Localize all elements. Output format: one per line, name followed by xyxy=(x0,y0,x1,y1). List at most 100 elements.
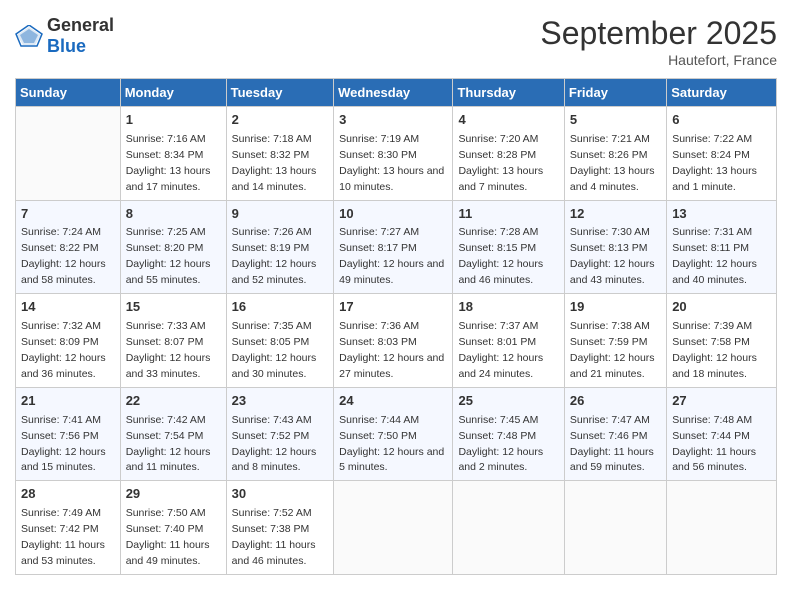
day-info: Sunrise: 7:25 AMSunset: 8:20 PMDaylight:… xyxy=(126,226,211,286)
day-info: Sunrise: 7:37 AMSunset: 8:01 PMDaylight:… xyxy=(458,320,543,380)
day-info: Sunrise: 7:35 AMSunset: 8:05 PMDaylight:… xyxy=(232,320,317,380)
day-info: Sunrise: 7:33 AMSunset: 8:07 PMDaylight:… xyxy=(126,320,211,380)
day-number: 15 xyxy=(126,298,221,317)
day-info: Sunrise: 7:28 AMSunset: 8:15 PMDaylight:… xyxy=(458,226,543,286)
calendar-cell: 13 Sunrise: 7:31 AMSunset: 8:11 PMDayligh… xyxy=(667,200,777,294)
day-number: 18 xyxy=(458,298,558,317)
calendar-cell: 20 Sunrise: 7:39 AMSunset: 7:58 PMDayligh… xyxy=(667,294,777,388)
day-info: Sunrise: 7:44 AMSunset: 7:50 PMDaylight:… xyxy=(339,414,444,474)
day-number: 14 xyxy=(21,298,115,317)
calendar-cell: 24 Sunrise: 7:44 AMSunset: 7:50 PMDayligh… xyxy=(334,387,453,481)
day-info: Sunrise: 7:27 AMSunset: 8:17 PMDaylight:… xyxy=(339,226,444,286)
logo: General Blue xyxy=(15,15,114,57)
calendar-cell: 7 Sunrise: 7:24 AMSunset: 8:22 PMDaylight… xyxy=(16,200,121,294)
calendar-cell: 11 Sunrise: 7:28 AMSunset: 8:15 PMDayligh… xyxy=(453,200,564,294)
day-info: Sunrise: 7:39 AMSunset: 7:58 PMDaylight:… xyxy=(672,320,757,380)
location: Hautefort, France xyxy=(540,52,777,68)
calendar-cell: 6 Sunrise: 7:22 AMSunset: 8:24 PMDaylight… xyxy=(667,107,777,201)
day-number: 11 xyxy=(458,205,558,224)
day-info: Sunrise: 7:36 AMSunset: 8:03 PMDaylight:… xyxy=(339,320,444,380)
day-number: 16 xyxy=(232,298,329,317)
day-number: 29 xyxy=(126,485,221,504)
day-number: 5 xyxy=(570,111,661,130)
calendar-cell: 9 Sunrise: 7:26 AMSunset: 8:19 PMDaylight… xyxy=(226,200,334,294)
calendar-cell: 16 Sunrise: 7:35 AMSunset: 8:05 PMDayligh… xyxy=(226,294,334,388)
day-info: Sunrise: 7:18 AMSunset: 8:32 PMDaylight:… xyxy=(232,133,317,193)
calendar-cell: 15 Sunrise: 7:33 AMSunset: 8:07 PMDayligh… xyxy=(120,294,226,388)
calendar-cell: 29 Sunrise: 7:50 AMSunset: 7:40 PMDayligh… xyxy=(120,481,226,575)
header-row: SundayMondayTuesdayWednesdayThursdayFrid… xyxy=(16,79,777,107)
calendar-cell: 25 Sunrise: 7:45 AMSunset: 7:48 PMDayligh… xyxy=(453,387,564,481)
calendar-cell: 30Sunrise: 7:52 AMSunset: 7:38 PMDayligh… xyxy=(226,481,334,575)
day-number: 22 xyxy=(126,392,221,411)
day-number: 13 xyxy=(672,205,771,224)
day-info: Sunrise: 7:31 AMSunset: 8:11 PMDaylight:… xyxy=(672,226,757,286)
day-number: 12 xyxy=(570,205,661,224)
day-info: Sunrise: 7:52 AMSunset: 7:38 PMDaylight:… xyxy=(232,507,316,567)
page-header: General Blue September 2025 Hautefort, F… xyxy=(15,15,777,68)
day-info: Sunrise: 7:20 AMSunset: 8:28 PMDaylight:… xyxy=(458,133,543,193)
day-number: 2 xyxy=(232,111,329,130)
day-number: 20 xyxy=(672,298,771,317)
day-number: 6 xyxy=(672,111,771,130)
day-number: 4 xyxy=(458,111,558,130)
day-number: 1 xyxy=(126,111,221,130)
day-number: 17 xyxy=(339,298,447,317)
month-title: September 2025 xyxy=(540,15,777,52)
day-number: 10 xyxy=(339,205,447,224)
day-info: Sunrise: 7:24 AMSunset: 8:22 PMDaylight:… xyxy=(21,226,106,286)
calendar-week-row: 1Sunrise: 7:16 AMSunset: 8:34 PMDaylight… xyxy=(16,107,777,201)
calendar-cell: 23Sunrise: 7:43 AMSunset: 7:52 PMDayligh… xyxy=(226,387,334,481)
calendar-cell: 28 Sunrise: 7:49 AMSunset: 7:42 PMDayligh… xyxy=(16,481,121,575)
day-number: 24 xyxy=(339,392,447,411)
logo-general: General xyxy=(47,15,114,35)
day-number: 25 xyxy=(458,392,558,411)
day-number: 26 xyxy=(570,392,661,411)
calendar-week-row: 7 Sunrise: 7:24 AMSunset: 8:22 PMDaylight… xyxy=(16,200,777,294)
calendar-cell xyxy=(564,481,666,575)
day-number: 9 xyxy=(232,205,329,224)
day-info: Sunrise: 7:49 AMSunset: 7:42 PMDaylight:… xyxy=(21,507,105,567)
calendar-cell: 17 Sunrise: 7:36 AMSunset: 8:03 PMDayligh… xyxy=(334,294,453,388)
day-number: 27 xyxy=(672,392,771,411)
calendar-week-row: 21Sunrise: 7:41 AMSunset: 7:56 PMDayligh… xyxy=(16,387,777,481)
calendar-cell xyxy=(334,481,453,575)
col-header-thursday: Thursday xyxy=(453,79,564,107)
day-number: 21 xyxy=(21,392,115,411)
calendar-week-row: 14Sunrise: 7:32 AMSunset: 8:09 PMDayligh… xyxy=(16,294,777,388)
logo-blue: Blue xyxy=(47,36,86,56)
day-info: Sunrise: 7:30 AMSunset: 8:13 PMDaylight:… xyxy=(570,226,655,286)
day-info: Sunrise: 7:22 AMSunset: 8:24 PMDaylight:… xyxy=(672,133,757,193)
day-info: Sunrise: 7:26 AMSunset: 8:19 PMDaylight:… xyxy=(232,226,317,286)
calendar-cell: 22 Sunrise: 7:42 AMSunset: 7:54 PMDayligh… xyxy=(120,387,226,481)
day-info: Sunrise: 7:38 AMSunset: 7:59 PMDaylight:… xyxy=(570,320,655,380)
day-number: 28 xyxy=(21,485,115,504)
col-header-saturday: Saturday xyxy=(667,79,777,107)
calendar-cell: 5Sunrise: 7:21 AMSunset: 8:26 PMDaylight… xyxy=(564,107,666,201)
col-header-wednesday: Wednesday xyxy=(334,79,453,107)
day-number: 3 xyxy=(339,111,447,130)
calendar-cell: 26 Sunrise: 7:47 AMSunset: 7:46 PMDayligh… xyxy=(564,387,666,481)
day-info: Sunrise: 7:42 AMSunset: 7:54 PMDaylight:… xyxy=(126,414,211,474)
day-number: 7 xyxy=(21,205,115,224)
calendar-cell xyxy=(453,481,564,575)
calendar-table: SundayMondayTuesdayWednesdayThursdayFrid… xyxy=(15,78,777,575)
day-info: Sunrise: 7:50 AMSunset: 7:40 PMDaylight:… xyxy=(126,507,210,567)
calendar-cell: 2 Sunrise: 7:18 AMSunset: 8:32 PMDaylight… xyxy=(226,107,334,201)
calendar-cell: 27 Sunrise: 7:48 AMSunset: 7:44 PMDayligh… xyxy=(667,387,777,481)
day-info: Sunrise: 7:19 AMSunset: 8:30 PMDaylight:… xyxy=(339,133,444,193)
calendar-cell xyxy=(16,107,121,201)
logo-text: General Blue xyxy=(47,15,114,57)
title-block: September 2025 Hautefort, France xyxy=(540,15,777,68)
col-header-sunday: Sunday xyxy=(16,79,121,107)
calendar-cell: 19Sunrise: 7:38 AMSunset: 7:59 PMDayligh… xyxy=(564,294,666,388)
day-info: Sunrise: 7:47 AMSunset: 7:46 PMDaylight:… xyxy=(570,414,654,474)
calendar-cell: 1Sunrise: 7:16 AMSunset: 8:34 PMDaylight… xyxy=(120,107,226,201)
day-info: Sunrise: 7:45 AMSunset: 7:48 PMDaylight:… xyxy=(458,414,543,474)
col-header-friday: Friday xyxy=(564,79,666,107)
col-header-tuesday: Tuesday xyxy=(226,79,334,107)
calendar-cell: 21Sunrise: 7:41 AMSunset: 7:56 PMDayligh… xyxy=(16,387,121,481)
calendar-cell: 3 Sunrise: 7:19 AMSunset: 8:30 PMDaylight… xyxy=(334,107,453,201)
calendar-cell: 18 Sunrise: 7:37 AMSunset: 8:01 PMDayligh… xyxy=(453,294,564,388)
day-info: Sunrise: 7:48 AMSunset: 7:44 PMDaylight:… xyxy=(672,414,756,474)
